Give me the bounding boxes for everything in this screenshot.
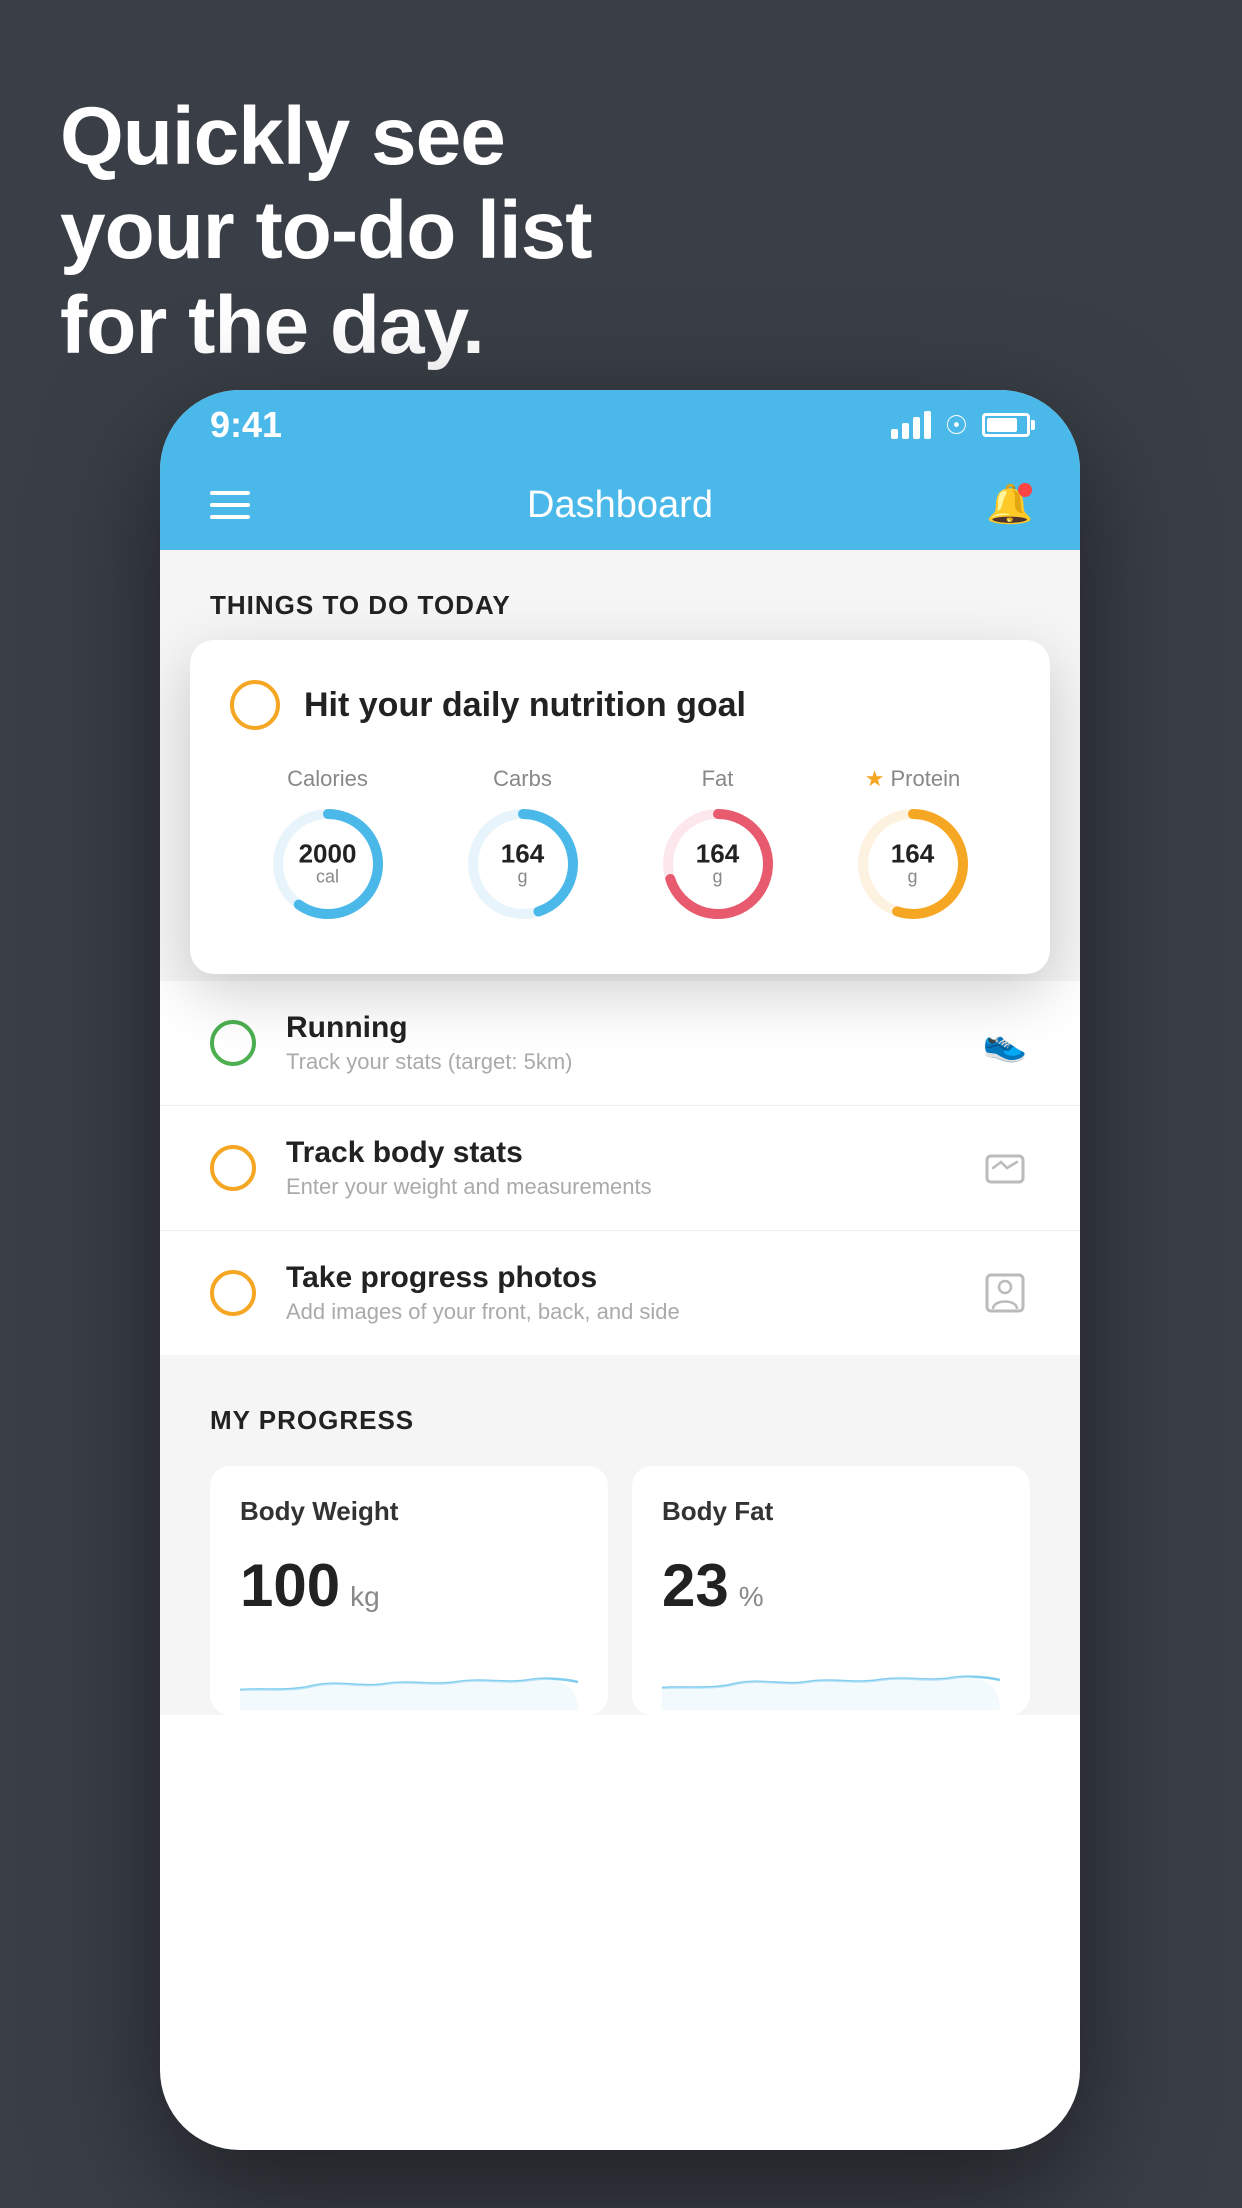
body-weight-value: 100 — [240, 1551, 340, 1620]
body-weight-unit: kg — [350, 1581, 380, 1613]
carbs-unit: g — [517, 867, 527, 887]
body-stats-subtitle: Enter your weight and measurements — [286, 1174, 950, 1200]
main-content: THINGS TO DO TODAY Hit your daily nutrit… — [160, 550, 1080, 1715]
status-time: 9:41 — [210, 404, 282, 446]
body-weight-sparkline — [240, 1650, 578, 1710]
body-fat-unit: % — [739, 1581, 764, 1613]
photos-subtitle: Add images of your front, back, and side — [286, 1299, 950, 1325]
status-icons: ☉ — [891, 410, 1030, 441]
fat-label: Fat — [702, 766, 734, 792]
headline: Quickly see your to-do list for the day. — [60, 90, 592, 373]
carbs-value: 164 — [501, 841, 544, 867]
body-stats-check-circle — [210, 1145, 256, 1191]
protein-donut: 164 g — [853, 804, 973, 924]
battery-icon — [982, 413, 1030, 437]
fat-value: 164 — [696, 841, 739, 867]
notification-dot — [1018, 483, 1032, 497]
progress-cards: Body Weight 100 kg Body Fat 23 % — [210, 1466, 1030, 1715]
fat-donut: 164 g — [658, 804, 778, 924]
running-check-circle — [210, 1020, 256, 1066]
body-weight-card-title: Body Weight — [240, 1496, 578, 1527]
nutrition-card: Hit your daily nutrition goal Calories 2… — [190, 640, 1050, 974]
notification-bell-button[interactable]: 🔔 — [990, 483, 1030, 527]
protein-label: ★ Protein — [865, 766, 960, 792]
protein-unit: g — [907, 867, 917, 887]
calories-label: Calories — [287, 766, 368, 792]
card-title: Hit your daily nutrition goal — [304, 686, 746, 725]
calories-donut: 2000 cal — [268, 804, 388, 924]
nutrition-carbs: Carbs 164 g — [463, 766, 583, 924]
body-fat-card-title: Body Fat — [662, 1496, 1000, 1527]
protein-value: 164 — [891, 841, 934, 867]
app-header: Dashboard 🔔 — [160, 460, 1080, 550]
card-header: Hit your daily nutrition goal — [230, 680, 1010, 730]
header-title: Dashboard — [527, 484, 713, 527]
task-check-circle[interactable] — [230, 680, 280, 730]
person-icon — [980, 1268, 1030, 1318]
running-title: Running — [286, 1011, 950, 1045]
carbs-donut: 164 g — [463, 804, 583, 924]
body-weight-value-row: 100 kg — [240, 1551, 578, 1620]
nutrition-circles: Calories 2000 cal Carbs — [230, 766, 1010, 924]
signal-icon — [891, 411, 931, 439]
calories-value: 2000 — [299, 841, 357, 867]
nutrition-fat: Fat 164 g — [658, 766, 778, 924]
todo-item-photos[interactable]: Take progress photos Add images of your … — [160, 1231, 1080, 1355]
body-fat-value: 23 — [662, 1551, 729, 1620]
running-subtitle: Track your stats (target: 5km) — [286, 1049, 950, 1075]
todo-item-running[interactable]: Running Track your stats (target: 5km) 👟 — [160, 981, 1080, 1106]
calories-unit: cal — [316, 867, 339, 887]
star-icon: ★ — [865, 766, 885, 792]
status-bar: 9:41 ☉ — [160, 390, 1080, 460]
hamburger-menu-button[interactable] — [210, 491, 250, 519]
running-icon: 👟 — [980, 1018, 1030, 1068]
things-to-do-section: THINGS TO DO TODAY — [160, 550, 1080, 641]
nutrition-calories: Calories 2000 cal — [268, 766, 388, 924]
photos-title: Take progress photos — [286, 1261, 950, 1295]
nutrition-protein: ★ Protein 164 g — [853, 766, 973, 924]
progress-title: MY PROGRESS — [210, 1405, 1030, 1436]
todo-item-body-stats[interactable]: Track body stats Enter your weight and m… — [160, 1106, 1080, 1231]
body-stats-text: Track body stats Enter your weight and m… — [286, 1136, 950, 1200]
section-title: THINGS TO DO TODAY — [210, 590, 1030, 621]
body-fat-sparkline — [662, 1650, 1000, 1710]
photos-check-circle — [210, 1270, 256, 1316]
body-fat-value-row: 23 % — [662, 1551, 1000, 1620]
carbs-label: Carbs — [493, 766, 552, 792]
fat-unit: g — [712, 867, 722, 887]
photos-text: Take progress photos Add images of your … — [286, 1261, 950, 1325]
wifi-icon: ☉ — [945, 410, 968, 441]
phone-mockup: 9:41 ☉ Dashboard 🔔 THINGS TO — [160, 390, 1080, 2150]
body-weight-card: Body Weight 100 kg — [210, 1466, 608, 1715]
body-stats-title: Track body stats — [286, 1136, 950, 1170]
my-progress-section: MY PROGRESS Body Weight 100 kg Body Fat — [160, 1355, 1080, 1715]
todo-list: Running Track your stats (target: 5km) 👟… — [160, 981, 1080, 1355]
running-text: Running Track your stats (target: 5km) — [286, 1011, 950, 1075]
scale-icon — [980, 1143, 1030, 1193]
body-fat-card: Body Fat 23 % — [632, 1466, 1030, 1715]
